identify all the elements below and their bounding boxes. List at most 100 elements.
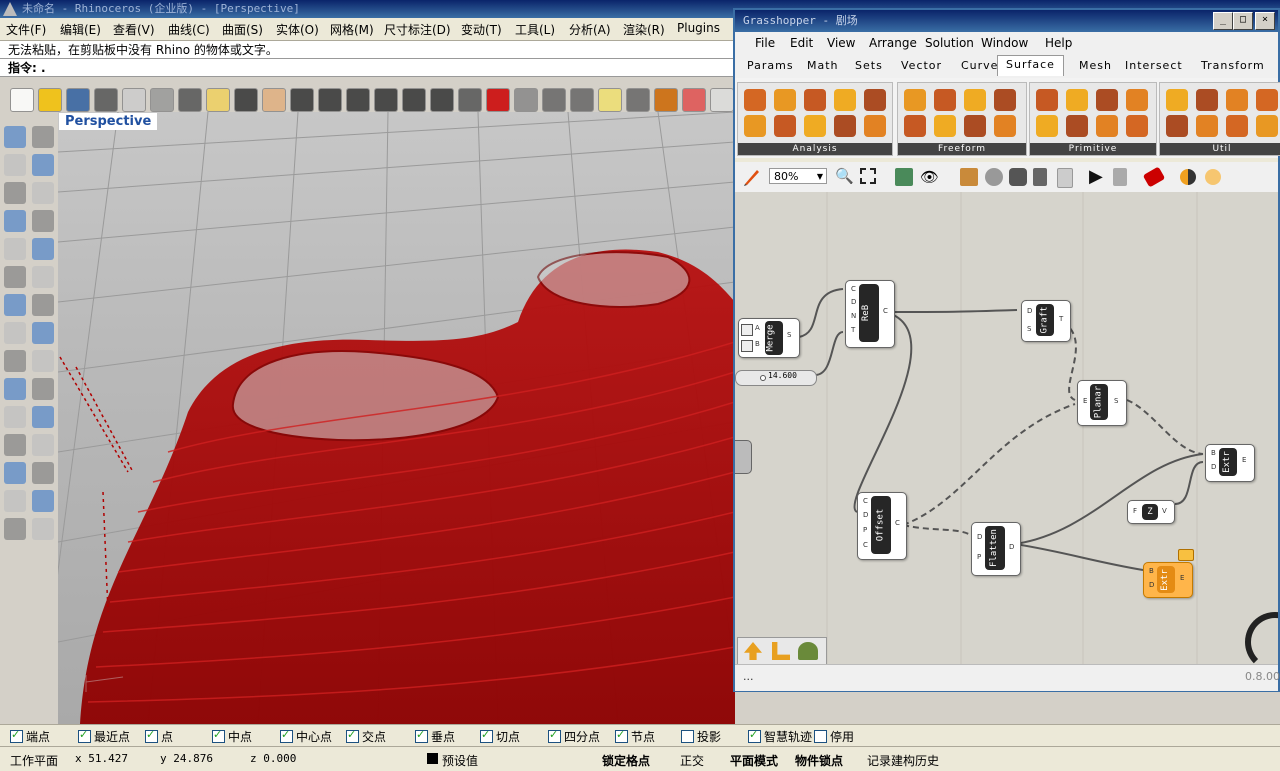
circle-icon[interactable] bbox=[4, 182, 26, 204]
gh-menu-item[interactable]: Help bbox=[1045, 36, 1072, 50]
disable-icon[interactable] bbox=[1057, 168, 1073, 188]
zoom-window-icon[interactable] bbox=[346, 88, 370, 112]
osnap-toggle[interactable]: 物件锁点 bbox=[795, 752, 843, 769]
explode-icon[interactable] bbox=[32, 350, 54, 372]
component-icon[interactable] bbox=[1066, 115, 1088, 137]
extrude-component[interactable]: B D Extr E bbox=[1205, 444, 1255, 482]
scale-icon[interactable] bbox=[32, 434, 54, 456]
play-icon[interactable]: ▶ bbox=[1089, 166, 1103, 187]
zoom-extents-icon[interactable] bbox=[374, 88, 398, 112]
boolean-icon[interactable] bbox=[4, 406, 26, 428]
component-icon[interactable] bbox=[834, 115, 856, 137]
checkbox[interactable] bbox=[615, 728, 628, 743]
cut-icon[interactable] bbox=[150, 88, 174, 112]
osnap-8[interactable]: 四分点 bbox=[548, 728, 600, 745]
checkbox[interactable] bbox=[78, 728, 91, 743]
checkbox[interactable] bbox=[480, 728, 493, 743]
car-icon[interactable] bbox=[486, 88, 510, 112]
menu-item[interactable]: 编辑(E) bbox=[60, 21, 101, 38]
osnap-2[interactable]: 点 bbox=[145, 728, 173, 745]
pan-icon[interactable] bbox=[262, 88, 286, 112]
rebuild-component[interactable]: C D N T ReB C bbox=[845, 280, 895, 348]
sphere-icon[interactable] bbox=[710, 88, 734, 112]
display-icon[interactable] bbox=[4, 518, 26, 540]
tab-intersect[interactable]: Intersect bbox=[1125, 59, 1183, 72]
unit-z-component[interactable]: F Z V bbox=[1127, 500, 1175, 524]
slider-grip[interactable] bbox=[760, 375, 766, 381]
named-views-icon[interactable] bbox=[895, 168, 913, 186]
component-icon[interactable] bbox=[904, 115, 926, 137]
move-view-icon[interactable] bbox=[290, 88, 314, 112]
component-icon[interactable] bbox=[834, 89, 856, 111]
tab-vector[interactable]: Vector bbox=[901, 59, 942, 72]
polygon-icon[interactable] bbox=[4, 210, 26, 232]
record-history-toggle[interactable]: 记录建构历史 bbox=[867, 752, 939, 769]
osnap-12[interactable]: 停用 bbox=[814, 728, 854, 745]
group-icon[interactable] bbox=[4, 490, 26, 512]
new-file-icon[interactable] bbox=[10, 88, 34, 112]
gh-menu-item[interactable]: Solution bbox=[925, 36, 974, 50]
component-icon[interactable] bbox=[864, 115, 886, 137]
snap-toggle[interactable]: 锁定格点 bbox=[602, 752, 650, 769]
polyline-icon[interactable] bbox=[4, 154, 26, 176]
lock-solver-icon[interactable] bbox=[1033, 168, 1047, 186]
zoom-selected-icon[interactable] bbox=[402, 88, 426, 112]
minimize-button[interactable]: _ bbox=[1213, 12, 1233, 30]
component-icon[interactable] bbox=[1126, 115, 1148, 137]
checkbox[interactable] bbox=[748, 728, 761, 743]
print-icon[interactable] bbox=[94, 88, 118, 112]
checkbox[interactable] bbox=[681, 730, 694, 743]
checkbox[interactable] bbox=[145, 728, 158, 743]
tab-curve[interactable]: Curve bbox=[961, 59, 998, 72]
curve-icon[interactable] bbox=[4, 238, 26, 260]
command-prompt[interactable]: 指令: . bbox=[0, 59, 735, 77]
offset-component[interactable]: C D P C Offset C bbox=[857, 492, 907, 560]
rectangle-icon[interactable] bbox=[32, 154, 54, 176]
gh-menu-item[interactable]: File bbox=[755, 36, 775, 50]
component-icon[interactable] bbox=[1166, 89, 1188, 111]
component-icon[interactable] bbox=[744, 115, 766, 137]
planar-component[interactable]: E Planar S bbox=[1077, 380, 1127, 426]
param-stub[interactable] bbox=[735, 440, 752, 474]
menu-item[interactable]: 工具(L) bbox=[515, 21, 555, 38]
component-icon[interactable] bbox=[994, 115, 1016, 137]
checkbox[interactable] bbox=[548, 728, 561, 743]
component-icon[interactable] bbox=[904, 89, 926, 111]
plugin-icon[interactable] bbox=[798, 642, 818, 660]
menu-item[interactable]: 查看(V) bbox=[113, 21, 155, 38]
import-icon[interactable] bbox=[122, 88, 146, 112]
close-button[interactable]: × bbox=[1255, 12, 1275, 30]
osnap-0[interactable]: 端点 bbox=[10, 728, 50, 745]
menu-item[interactable]: Plugins bbox=[677, 21, 720, 35]
osnap-7[interactable]: 切点 bbox=[480, 728, 520, 745]
gh-menu-item[interactable]: Arrange bbox=[869, 36, 917, 50]
tab-params[interactable]: Params bbox=[747, 59, 794, 72]
surface-icon[interactable] bbox=[4, 266, 26, 288]
mesh-icon[interactable] bbox=[4, 350, 26, 372]
menu-item[interactable]: 实体(O) bbox=[276, 21, 319, 38]
component-icon[interactable] bbox=[1226, 115, 1248, 137]
component-icon[interactable] bbox=[934, 115, 956, 137]
component-icon[interactable] bbox=[934, 89, 956, 111]
component-icon[interactable] bbox=[804, 89, 826, 111]
hatch-icon[interactable] bbox=[32, 518, 54, 540]
dimension-icon[interactable] bbox=[32, 490, 54, 512]
transform-icon[interactable] bbox=[32, 462, 54, 484]
osnap-1[interactable]: 最近点 bbox=[78, 728, 130, 745]
component-icon[interactable] bbox=[1256, 115, 1278, 137]
checkbox[interactable] bbox=[10, 728, 23, 743]
box-icon[interactable] bbox=[32, 210, 54, 232]
component-icon[interactable] bbox=[1126, 89, 1148, 111]
target-icon[interactable] bbox=[542, 88, 566, 112]
component-icon[interactable] bbox=[1166, 115, 1188, 137]
zoom-icon[interactable]: 🔍 bbox=[835, 167, 854, 185]
gh-menu-item[interactable]: Window bbox=[981, 36, 1028, 50]
zoom-extents-icon[interactable] bbox=[860, 168, 876, 184]
bulb-icon[interactable] bbox=[598, 88, 622, 112]
fillet-edge-icon[interactable] bbox=[4, 434, 26, 456]
component-icon[interactable] bbox=[864, 89, 886, 111]
component-icon[interactable] bbox=[1036, 115, 1058, 137]
menu-item[interactable]: 曲面(S) bbox=[222, 21, 263, 38]
four-viewports-icon[interactable] bbox=[458, 88, 482, 112]
fillet-icon[interactable] bbox=[32, 238, 54, 260]
